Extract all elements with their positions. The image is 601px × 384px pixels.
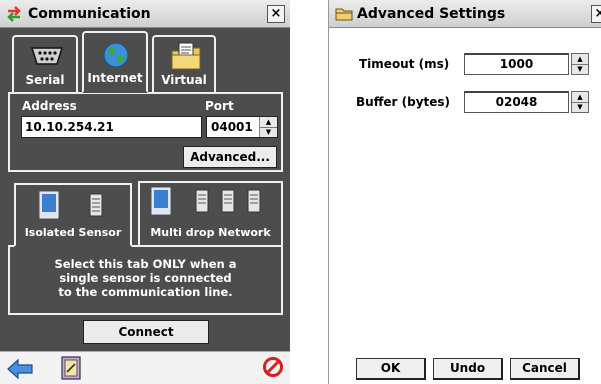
isolated-sensor-panel: Select this tab ONLY when a single senso… <box>8 245 283 315</box>
stepper-down-icon[interactable]: ▼ <box>260 127 277 137</box>
back-arrow-icon[interactable] <box>6 358 36 380</box>
multidrop-network-icon <box>151 187 261 215</box>
buffer-label: Buffer (bytes) <box>356 95 451 109</box>
window-title: Communication <box>28 6 151 22</box>
tab-label: Internet <box>87 71 143 85</box>
advanced-settings-window: Advanced Settings × Timeout (ms) 1000 ▲ … <box>328 0 601 384</box>
close-button[interactable]: × <box>591 5 601 23</box>
port-input[interactable]: 04001 ▲ ▼ <box>206 116 278 138</box>
timeout-input[interactable]: 1000 <box>464 53 569 75</box>
isolated-sensor-icon <box>39 191 103 219</box>
tab-label: Virtual <box>161 73 207 87</box>
buffer-stepper[interactable]: ▲ ▼ <box>571 91 589 113</box>
communication-window: Communication × Serial Internet Virtual <box>0 0 290 384</box>
folder-icon <box>335 8 353 21</box>
undo-button[interactable]: Undo <box>433 358 503 380</box>
stepper-down-icon[interactable]: ▼ <box>572 102 588 112</box>
port-stepper[interactable]: ▲ ▼ <box>259 117 277 137</box>
globe-icon <box>103 42 129 68</box>
tab-isolated-sensor[interactable]: Isolated Sensor <box>14 183 132 247</box>
tab-internet[interactable]: Internet <box>82 31 148 93</box>
timeout-label: Timeout (ms) <box>359 57 450 71</box>
tab-label: Isolated Sensor <box>24 226 122 239</box>
buffer-input[interactable]: 02048 <box>464 91 569 113</box>
advanced-button[interactable]: Advanced... <box>183 146 277 168</box>
stepper-down-icon[interactable]: ▼ <box>572 64 588 74</box>
port-label: Port <box>205 99 234 113</box>
port-value: 04001 <box>211 120 253 134</box>
window-title: Advanced Settings <box>357 6 506 22</box>
tab-serial[interactable]: Serial <box>12 35 78 93</box>
transfer-arrows-icon <box>7 6 21 22</box>
timeout-stepper[interactable]: ▲ ▼ <box>571 53 589 75</box>
title-bar: Advanced Settings × <box>329 0 601 28</box>
address-input[interactable]: 10.10.254.21 <box>21 116 202 138</box>
virtual-folder-icon <box>171 42 201 70</box>
bottom-toolbar <box>0 351 290 384</box>
notebook-icon[interactable] <box>60 355 82 381</box>
ok-button[interactable]: OK <box>356 358 426 380</box>
tab-label: Multi drop Network <box>150 226 271 239</box>
connect-button[interactable]: Connect <box>83 320 209 344</box>
tab-label: Serial <box>25 73 65 87</box>
serial-port-icon <box>30 47 64 65</box>
description-text: Select this tab ONLY when a single senso… <box>54 257 237 299</box>
address-label: Address <box>22 99 77 113</box>
tab-virtual[interactable]: Virtual <box>152 35 216 93</box>
cancel-icon[interactable] <box>262 356 284 378</box>
close-button[interactable]: × <box>267 5 285 23</box>
cancel-button[interactable]: Cancel <box>510 358 580 380</box>
title-bar: Communication × <box>0 0 290 28</box>
tab-multi-drop-network[interactable]: Multi drop Network <box>138 181 283 245</box>
